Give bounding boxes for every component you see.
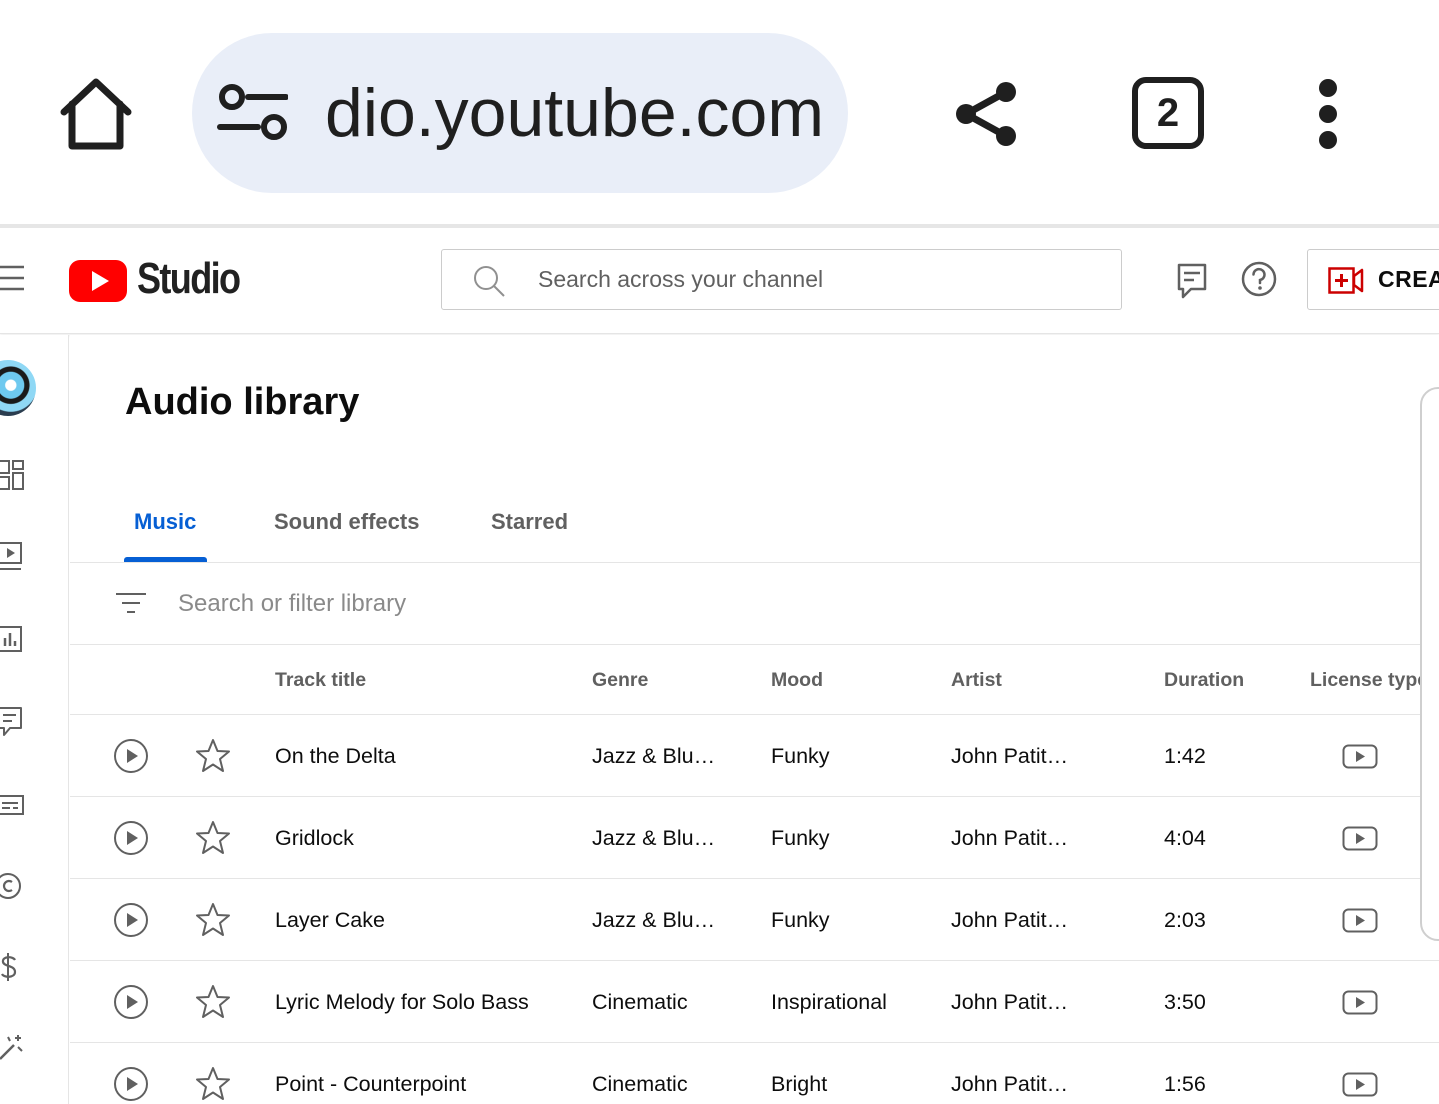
track-mood: Bright: [771, 1072, 828, 1096]
track-artist: John Patit…: [951, 908, 1069, 932]
table-row[interactable]: Lyric Melody for Solo Bass Cinematic Ins…: [70, 961, 1439, 1043]
track-title: Gridlock: [275, 826, 354, 850]
filter-input[interactable]: [178, 575, 878, 633]
search-icon: [472, 264, 506, 298]
copyright-icon[interactable]: [0, 869, 26, 903]
studio-logo-text[interactable]: Studio: [137, 252, 241, 306]
side-panel-edge[interactable]: [1420, 387, 1439, 941]
dashboard-icon[interactable]: [0, 459, 30, 493]
content-icon[interactable]: [0, 539, 30, 573]
track-artist: John Patit…: [951, 990, 1069, 1014]
tab-music[interactable]: Music: [134, 505, 196, 539]
track-genre: Jazz & Blu…: [592, 826, 716, 850]
feedback-icon[interactable]: [1172, 260, 1210, 300]
track-title: Layer Cake: [275, 908, 385, 932]
table-row[interactable]: Gridlock Jazz & Blu… Funky John Patit… 4…: [70, 797, 1439, 879]
track-duration: 4:04: [1164, 826, 1206, 850]
column-duration[interactable]: Duration: [1164, 645, 1244, 715]
track-title: On the Delta: [275, 744, 396, 768]
track-artist: John Patit…: [951, 744, 1069, 768]
track-mood: Funky: [771, 908, 830, 932]
page-title: Audio library: [125, 381, 360, 423]
column-genre[interactable]: Genre: [592, 645, 648, 715]
table-row[interactable]: On the Delta Jazz & Blu… Funky John Pati…: [70, 715, 1439, 797]
star-icon[interactable]: [194, 819, 232, 857]
channel-search[interactable]: [441, 249, 1122, 310]
track-genre: Jazz & Blu…: [592, 744, 716, 768]
star-icon[interactable]: [194, 737, 232, 775]
play-icon[interactable]: [113, 1066, 149, 1102]
column-artist[interactable]: Artist: [951, 645, 1002, 715]
track-artist: John Patit…: [951, 826, 1069, 850]
youtube-license-icon: [1342, 908, 1378, 933]
column-track-title[interactable]: Track title: [275, 645, 366, 715]
address-bar[interactable]: dio.youtube.com: [192, 33, 848, 193]
track-artist: John Patit…: [951, 1072, 1069, 1096]
menu-icon[interactable]: [0, 264, 26, 292]
table-header: Track title Genre Mood Artist Duration L…: [70, 645, 1439, 715]
star-icon[interactable]: [194, 1065, 232, 1103]
youtube-logo-icon[interactable]: [69, 260, 129, 302]
track-genre: Cinematic: [592, 990, 688, 1014]
audio-table: Track title Genre Mood Artist Duration L…: [70, 645, 1439, 1104]
tab-starred[interactable]: Starred: [491, 505, 568, 539]
audio-library-page: Audio library Music Sound effects Starre…: [70, 335, 1439, 1104]
track-duration: 1:56: [1164, 1072, 1206, 1096]
play-icon[interactable]: [113, 738, 149, 774]
left-nav: [0, 335, 69, 1104]
tab-count: 2: [1156, 91, 1180, 135]
url-text: dio.youtube.com: [325, 75, 824, 151]
channel-search-input[interactable]: [538, 250, 1098, 308]
table-row[interactable]: Point - Counterpoint Cinematic Bright Jo…: [70, 1043, 1439, 1104]
youtube-license-icon: [1342, 1072, 1378, 1097]
play-icon[interactable]: [113, 902, 149, 938]
url-text-container: dio.youtube.com: [314, 33, 824, 193]
share-icon[interactable]: [948, 76, 1024, 152]
tab-sound-effects[interactable]: Sound effects: [274, 505, 419, 539]
track-mood: Inspirational: [771, 990, 887, 1014]
track-title: Point - Counterpoint: [275, 1072, 467, 1096]
table-row[interactable]: Layer Cake Jazz & Blu… Funky John Patit……: [70, 879, 1439, 961]
star-icon[interactable]: [194, 901, 232, 939]
track-genre: Cinematic: [592, 1072, 688, 1096]
youtube-license-icon: [1342, 826, 1378, 851]
youtube-license-icon: [1342, 744, 1378, 769]
create-video-icon: [1328, 267, 1364, 294]
home-icon[interactable]: [56, 74, 136, 154]
track-title: Lyric Melody for Solo Bass: [275, 990, 529, 1014]
create-button-label: CREATE: [1378, 266, 1439, 292]
track-mood: Funky: [771, 826, 830, 850]
comments-icon[interactable]: [0, 705, 30, 739]
star-icon[interactable]: [194, 983, 232, 1021]
column-license-type[interactable]: License type: [1310, 645, 1428, 715]
more-vert-icon[interactable]: [1304, 74, 1352, 154]
play-icon[interactable]: [113, 984, 149, 1020]
channel-avatar[interactable]: [0, 360, 36, 416]
tab-switcher-icon[interactable]: 2: [1132, 77, 1204, 149]
analytics-icon[interactable]: [0, 623, 30, 657]
customization-icon[interactable]: [0, 1031, 30, 1065]
earn-icon[interactable]: [0, 950, 28, 984]
create-button[interactable]: CREATE: [1307, 249, 1439, 310]
site-settings-icon[interactable]: [216, 83, 289, 143]
help-icon[interactable]: [1240, 260, 1278, 298]
track-mood: Funky: [771, 744, 830, 768]
youtube-license-icon: [1342, 990, 1378, 1015]
filter-icon[interactable]: [116, 590, 148, 618]
track-genre: Jazz & Blu…: [592, 908, 716, 932]
studio-header: Studio Search across your channel CRE: [0, 228, 1439, 334]
subtitles-icon[interactable]: [0, 789, 30, 823]
column-mood[interactable]: Mood: [771, 645, 823, 715]
track-duration: 1:42: [1164, 744, 1206, 768]
browser-toolbar: dio.youtube.com 2: [0, 0, 1439, 226]
track-duration: 2:03: [1164, 908, 1206, 932]
track-duration: 3:50: [1164, 990, 1206, 1014]
play-icon[interactable]: [113, 820, 149, 856]
filter-bar: [70, 563, 1439, 645]
